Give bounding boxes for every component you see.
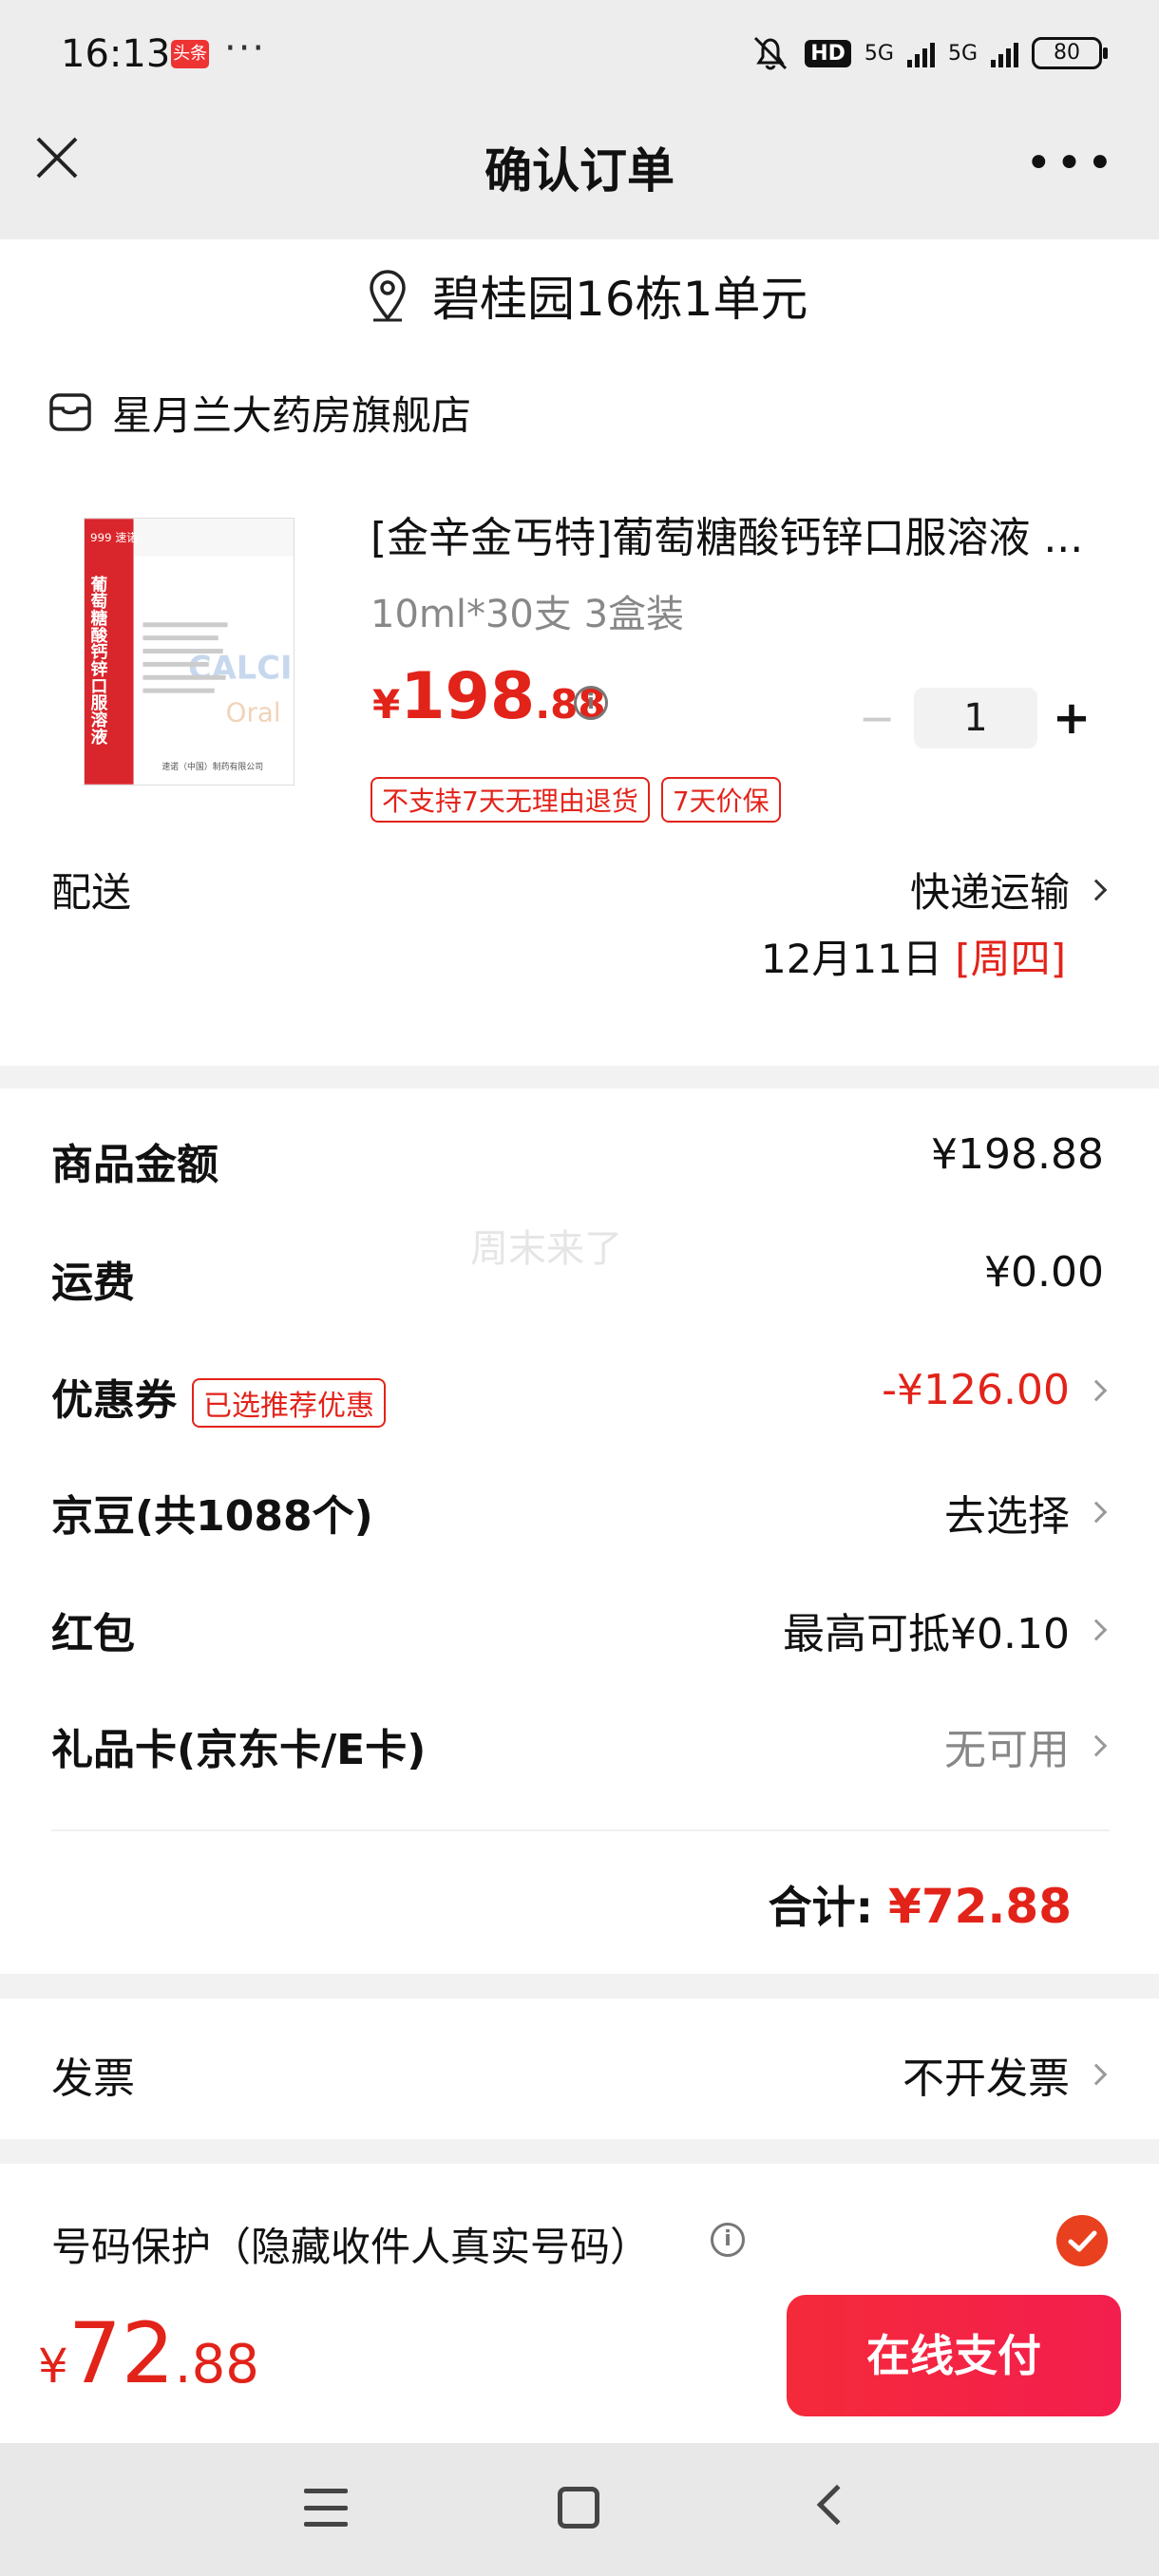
giftcard-row[interactable]: 无可用 — [944, 1715, 1108, 1776]
pay-integer: 72 — [67, 2304, 175, 2402]
product-spec: 10ml*30支 3盒装 — [370, 593, 685, 636]
status-indicators: HD 5G 5G 80 — [750, 34, 1108, 72]
phone-protect-label: 号码保护（隐藏收件人真实号码） — [51, 2224, 651, 2270]
product-price: ¥198.88 — [372, 659, 606, 734]
giftcard-value: 无可用 — [944, 1726, 1070, 1774]
jingdou-value: 去选择 — [944, 1492, 1070, 1541]
price-info-icon[interactable]: i — [574, 686, 608, 720]
tag-no-return: 不支持7天无理由退货 — [370, 777, 650, 823]
redpacket-value: 最高可抵¥0.10 — [783, 1610, 1070, 1658]
pay-currency: ¥ — [38, 2339, 68, 2394]
product-tags: 不支持7天无理由退货 7天价保 — [370, 777, 781, 823]
product-image-brand: 999 速诺 — [90, 531, 138, 544]
phone-protect-checkbox[interactable] — [1056, 2215, 1108, 2266]
product-image[interactable]: 999 速诺 葡萄糖酸钙锌口服溶液 CALCI Oral 速诺（中国）制药有限公… — [84, 518, 294, 786]
product-image-oral: Oral — [226, 696, 281, 728]
coupon-label-text: 优惠券 — [51, 1376, 177, 1425]
pay-decimal: .88 — [174, 2334, 259, 2396]
toutiao-badge-icon: 头条 — [171, 40, 209, 68]
mute-bell-icon — [754, 36, 788, 70]
home-icon[interactable] — [558, 2487, 599, 2529]
delivery-date[interactable]: 12月11日 [周四] — [761, 927, 1066, 985]
hd-badge: HD — [805, 39, 851, 67]
order-total: 合计: ¥72.88 — [769, 1873, 1072, 1936]
delivery-method-text: 快递运输 — [909, 869, 1070, 916]
location-pin-icon — [370, 270, 406, 322]
chevron-right-icon — [1085, 1379, 1108, 1401]
chevron-right-icon — [1085, 1619, 1108, 1641]
quantity-plus-button[interactable]: + — [1051, 691, 1092, 745]
quantity-value[interactable]: 1 — [914, 688, 1037, 748]
coupon-label: 优惠券 已选推荐优惠 — [51, 1366, 386, 1428]
shipping-value: ¥0.00 — [984, 1248, 1104, 1297]
goods-amount-value: ¥198.88 — [931, 1130, 1104, 1179]
product-image-maker: 速诺（中国）制药有限公司 — [162, 761, 263, 772]
delivery-date-text: 12月11日 — [760, 936, 942, 982]
address-text[interactable]: 碧桂园16栋1单元 — [432, 261, 808, 330]
store-name[interactable]: 星月兰大药房旗舰店 — [112, 384, 471, 442]
more-menu-icon[interactable]: ••• — [1025, 137, 1117, 190]
chevron-right-icon — [1085, 1734, 1108, 1757]
status-time: 16:13 — [61, 32, 171, 76]
product-image-name: 葡萄糖酸钙锌口服溶液 — [87, 575, 108, 745]
coupon-recommended-tag: 已选推荐优惠 — [192, 1378, 386, 1428]
battery-icon: 80 — [1032, 37, 1108, 69]
product-image-latin: CALCI — [188, 650, 293, 687]
signal-bars-icon-2 — [991, 39, 1018, 67]
chevron-right-icon — [1085, 879, 1108, 900]
price-currency: ¥ — [372, 681, 401, 728]
phone-protect-info-icon[interactable]: i — [711, 2223, 745, 2257]
divider — [51, 1829, 1110, 1831]
goods-amount-label: 商品金额 — [51, 1141, 218, 1189]
invoice-value: 不开发票 — [902, 2055, 1070, 2103]
giftcard-label: 礼品卡(京东卡/E卡) — [51, 1726, 427, 1774]
coupon-value: -¥126.00 — [882, 1366, 1070, 1414]
page-title: 确认订单 — [484, 143, 674, 199]
total-amount: ¥72.88 — [888, 1879, 1072, 1934]
watermark-text: 周末来了 — [470, 1227, 622, 1271]
store-icon — [49, 393, 91, 431]
pay-total: ¥72.88 — [38, 2304, 259, 2402]
delivery-label: 配送 — [51, 869, 132, 916]
signal-bars-icon — [906, 39, 935, 67]
invoice-label: 发票 — [51, 2055, 135, 2103]
total-label: 合计: — [768, 1882, 874, 1933]
jingdou-row[interactable]: 去选择 — [944, 1482, 1108, 1543]
network-label-2: 5G — [947, 41, 978, 66]
delivery-method[interactable]: 快递运输 — [909, 861, 1108, 919]
jingdou-label: 京豆(共1088个) — [51, 1492, 373, 1541]
quantity-minus-button[interactable]: − — [853, 692, 901, 744]
recent-apps-icon[interactable] — [304, 2489, 348, 2527]
tag-price-protect: 7天价保 — [660, 777, 781, 823]
invoice-row[interactable]: 不开发票 — [902, 2044, 1108, 2105]
pay-online-button[interactable]: 在线支付 — [787, 2295, 1121, 2416]
price-integer: 198 — [400, 659, 536, 734]
chevron-right-icon — [1085, 1501, 1108, 1524]
product-title[interactable]: [金辛金丐特]葡萄糖酸钙锌口服溶液 ... — [370, 503, 1112, 564]
redpacket-label: 红包 — [51, 1610, 135, 1658]
chevron-right-icon — [1085, 2063, 1108, 2086]
network-label-1: 5G — [864, 41, 894, 66]
shipping-label: 运费 — [51, 1259, 135, 1307]
status-more-dots: ··· — [224, 27, 267, 70]
redpacket-row[interactable]: 最高可抵¥0.10 — [783, 1600, 1108, 1660]
delivery-weekday: [周四] — [955, 936, 1066, 982]
coupon-row[interactable]: -¥126.00 — [882, 1366, 1108, 1414]
quantity-stepper: − 1 + — [853, 688, 1092, 748]
